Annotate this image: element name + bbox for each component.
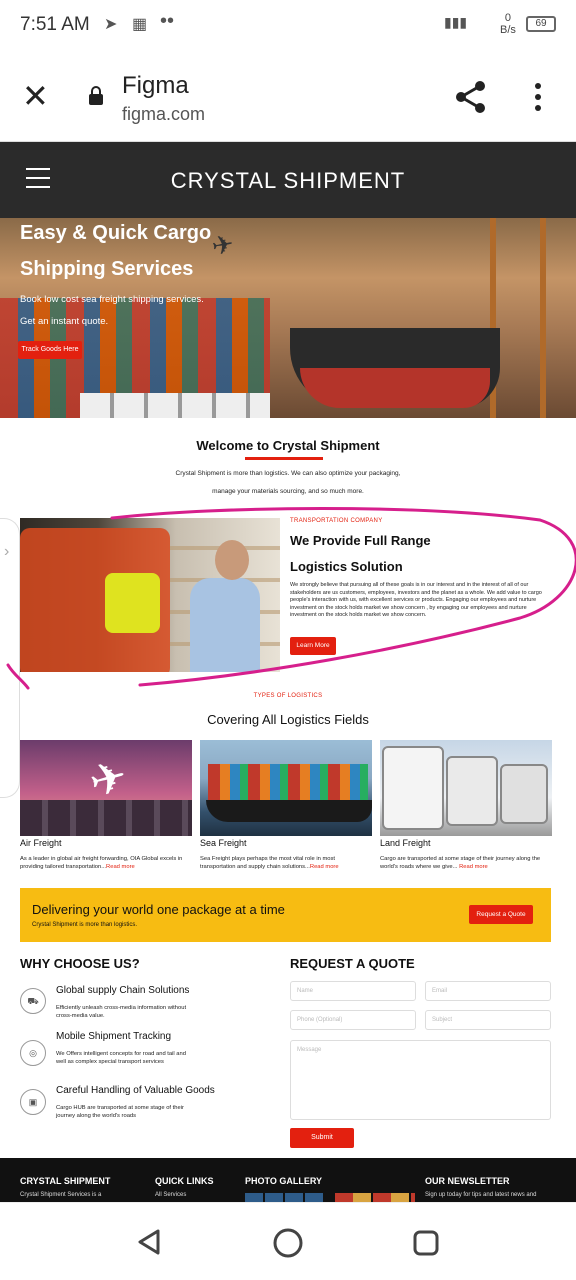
footer-brand-text: Crystal Shipment Services is a xyxy=(20,1192,102,1198)
email-field[interactable]: Email xyxy=(425,981,551,1001)
card-title-sea: Sea Freight xyxy=(200,838,247,848)
welcome-title: Welcome to Crystal Shipment xyxy=(196,438,380,453)
read-more-link[interactable]: Read more xyxy=(106,864,135,870)
welcome-underline xyxy=(245,457,323,460)
provide-title-line2: Logistics Solution xyxy=(290,559,403,574)
submit-button[interactable]: Submit xyxy=(290,1128,354,1148)
share-icon[interactable] xyxy=(454,80,488,114)
warehouse-photo xyxy=(20,518,280,672)
signal-icon: ▮▮▮ xyxy=(444,14,468,30)
hero-title-line1: Easy & Quick Cargo xyxy=(20,222,212,244)
hero-banner: ✈ Easy & Quick Cargo Shipping Services B… xyxy=(0,218,576,418)
name-field[interactable]: Name xyxy=(290,981,416,1001)
chevron-right-icon[interactable]: › xyxy=(4,543,9,561)
recents-icon[interactable] xyxy=(412,1229,440,1257)
telegram-icon: ➤ xyxy=(104,16,118,33)
status-time: 7:51 AM xyxy=(20,14,90,35)
close-icon[interactable]: ✕ xyxy=(22,80,49,112)
lock-icon xyxy=(89,86,103,105)
battery-icon: 69 xyxy=(526,16,556,32)
welcome-text-line2: manage your materials sourcing, and so m… xyxy=(212,488,364,495)
airplane-icon: ✈ xyxy=(209,228,237,262)
footer-link-all-services[interactable]: All Services xyxy=(155,1192,186,1198)
request-quote-button[interactable]: Request a Quote xyxy=(469,905,533,924)
quote-title: REQUEST A QUOTE xyxy=(290,956,415,971)
page-title: Figma xyxy=(122,72,189,99)
card-text-air: As a leader in global air freight forwar… xyxy=(20,856,183,870)
why-title: WHY CHOOSE US? xyxy=(20,956,140,971)
net-speed-unit: B/s xyxy=(500,24,516,36)
back-icon[interactable] xyxy=(134,1227,164,1257)
provide-kicker: TRANSPORTATION COMPANY xyxy=(290,518,383,524)
why-item-text: Cargo HUB are transported at some stage … xyxy=(56,1105,184,1119)
system-nav-bar xyxy=(0,1202,576,1280)
gallery-thumbnail[interactable] xyxy=(245,1193,325,1202)
cta-banner: Delivering your world one package at a t… xyxy=(20,888,551,942)
footer-newsletter-title: OUR NEWSLETTER xyxy=(425,1176,510,1186)
side-panel-handle[interactable]: › xyxy=(0,518,20,798)
banner-title: Delivering your world one package at a t… xyxy=(32,902,285,917)
provide-body: We strongly believe that pursuing all of… xyxy=(290,582,542,619)
location-icon: ◎ xyxy=(20,1040,46,1066)
banner-subtitle: Crystal Shipment is more than logistics. xyxy=(32,922,138,928)
air-freight-image: ✈ xyxy=(20,740,192,836)
gallery-thumbnail[interactable] xyxy=(335,1193,415,1202)
card-text-sea: Sea Freight plays perhaps the most vital… xyxy=(200,856,339,870)
net-speed-value: 0 xyxy=(504,12,512,24)
box-icon: ▣ xyxy=(20,1089,46,1115)
hero-trucks-image xyxy=(80,393,270,418)
logistics-title: Covering All Logistics Fields xyxy=(207,712,369,727)
app-notification-icon: ▦ xyxy=(132,16,148,33)
logistics-kicker: TYPES OF LOGISTICS xyxy=(253,693,323,699)
site-brand: CRYSTAL SHIPMENT xyxy=(170,168,406,193)
home-icon[interactable] xyxy=(272,1227,304,1259)
why-item-text: We Offers intelligent concepts for road … xyxy=(56,1051,186,1065)
card-text-land: Cargo are transported at some stage of t… xyxy=(380,856,541,870)
site-footer: CRYSTAL SHIPMENT Crystal Shipment Servic… xyxy=(0,1158,576,1202)
why-item-text: Efficiently unleash cross-media informat… xyxy=(56,1005,187,1019)
net-speed: 0 B/s xyxy=(500,12,516,36)
subject-field[interactable]: Subject xyxy=(425,1010,551,1030)
land-freight-image xyxy=(380,740,552,836)
footer-brand-title: CRYSTAL SHIPMENT xyxy=(20,1176,111,1186)
provide-title-line1: We Provide Full Range xyxy=(290,533,431,548)
learn-more-button[interactable]: Learn More xyxy=(290,637,336,655)
message-field[interactable]: Message xyxy=(290,1040,551,1120)
hero-subtitle1: Book low cost sea freight shipping servi… xyxy=(20,294,204,305)
phone-field[interactable]: Phone (Optional) xyxy=(290,1010,416,1030)
browser-toolbar: ✕ Figma figma.com xyxy=(0,52,576,142)
footer-gallery-title: PHOTO GALLERY xyxy=(245,1176,323,1186)
hero-subtitle2: Get an instant quote. xyxy=(20,316,109,327)
more-vert-icon[interactable] xyxy=(528,82,548,112)
why-item-title: Mobile Shipment Tracking xyxy=(56,1031,172,1042)
truck-icon: ⛟ xyxy=(20,988,46,1014)
page-url[interactable]: figma.com xyxy=(122,104,205,125)
site-header: CRYSTAL SHIPMENT xyxy=(0,142,576,218)
why-item-title: Global supply Chain Solutions xyxy=(56,985,190,996)
more-notifications-icon: •• xyxy=(160,10,175,32)
hero-title-line2: Shipping Services xyxy=(20,258,194,280)
track-goods-button[interactable]: Track Goods Here xyxy=(18,341,82,359)
sea-freight-image xyxy=(200,740,372,836)
why-item-title: Careful Handling of Valuable Goods xyxy=(56,1085,215,1096)
hero-ship-hull xyxy=(300,368,490,408)
card-title-land: Land Freight xyxy=(380,838,431,848)
read-more-link[interactable]: Read more xyxy=(310,864,339,870)
status-bar: 7:51 AM ➤ ▦ •• ▮▮▮ 0 B/s 69 xyxy=(0,0,576,52)
welcome-text-line1: Crystal Shipment is more than logistics.… xyxy=(175,470,401,477)
card-title-air: Air Freight xyxy=(20,838,62,848)
read-more-link[interactable]: Read more xyxy=(459,864,488,870)
footer-newsletter-text: Sign up today for tips and latest news a… xyxy=(425,1192,537,1198)
footer-links-title: QUICK LINKS xyxy=(155,1176,214,1186)
